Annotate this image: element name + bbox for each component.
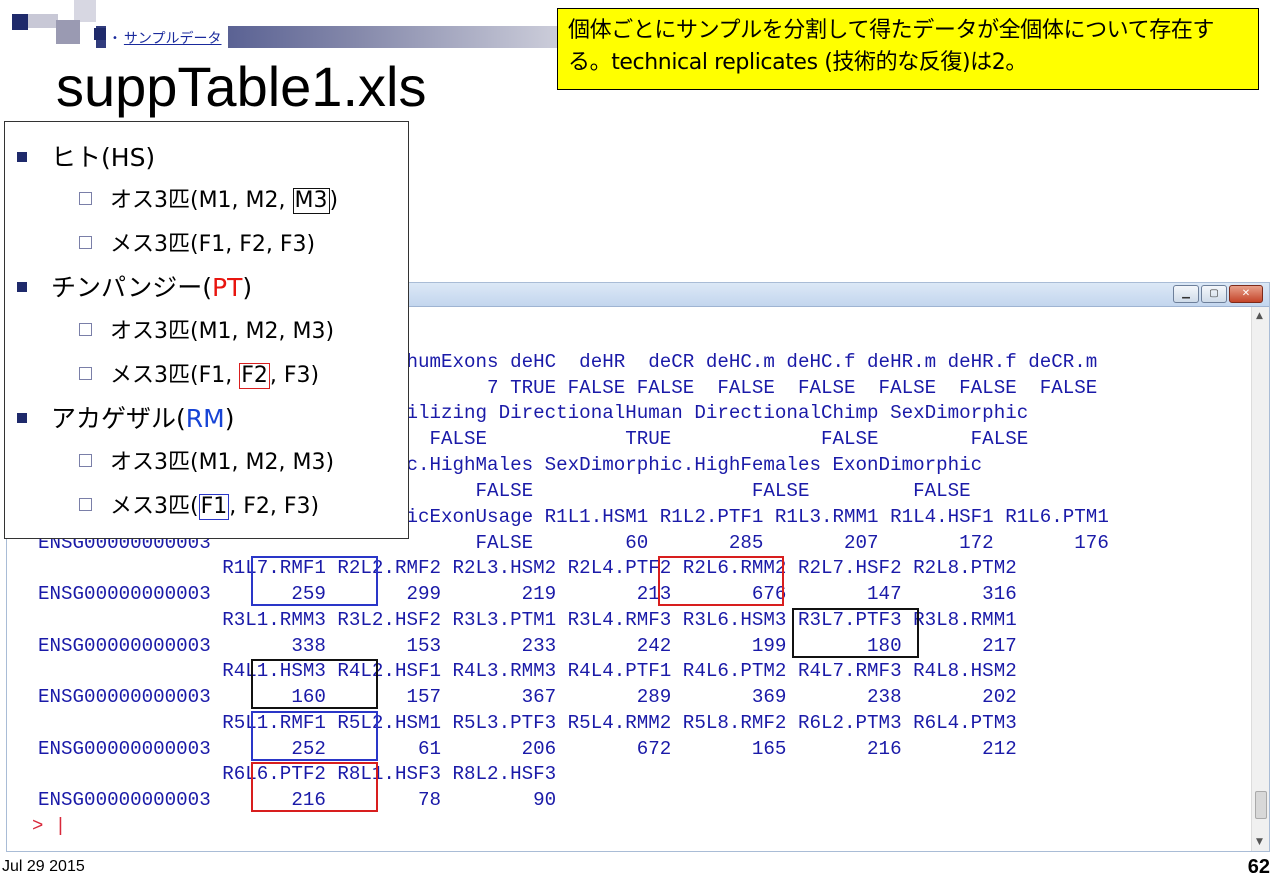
close-icon[interactable]: ✕ [1229,285,1263,303]
console-prompt[interactable]: > | [32,815,66,837]
checkbox-icon [79,323,92,336]
scroll-thumb[interactable] [1255,791,1267,819]
legend-species-chimp: チンパンジー(PT) [17,268,252,304]
bullet-icon [17,413,27,423]
legend-macaque-female: メス3匹(F1, F2, F3) [79,488,319,520]
legend-macaque-male: オス3匹(M1, M2, M3) [79,444,334,476]
slide-date: Jul 29 2015 [2,858,85,875]
legend-species-macaque: アカゲザル(RM) [17,399,234,435]
highlight-box-blue [251,556,378,606]
vertical-scrollbar[interactable]: ▲ ▼ [1251,307,1269,851]
note-callout: 個体ごとにサンプルを分割して得たデータが全個体について存在する。technica… [557,8,1259,90]
legend-chimp-female: メス3匹(F1, F2, F3) [79,357,319,389]
console-line: ENSG00000000003 160 157 367 289 369 238 … [38,686,1017,708]
decor-square [94,28,106,40]
sample-legend-box: ヒト(HS) オス3匹(M1, M2, M3) メス3匹(F1, F2, F3)… [4,121,409,539]
bullet-icon [17,282,27,292]
checkbox-icon [79,192,92,205]
highlight-box-red [251,762,378,812]
console-line: R4L1.HSM3 R4L2.HSF1 R4L3.RMM3 R4L4.PTF1 … [38,660,1017,682]
minimize-icon[interactable]: ▁ [1173,285,1199,303]
console-line: R5L1.RMF1 R5L2.HSM1 R5L3.PTF3 R5L4.RMM2 … [38,712,1017,734]
maximize-icon[interactable]: ▢ [1201,285,1227,303]
bullet-icon: • [112,33,118,44]
decor-square [12,14,28,30]
bullet-icon [17,152,27,162]
breadcrumb-link[interactable]: サンプルデータ [124,31,222,47]
scroll-down-icon[interactable]: ▼ [1256,837,1263,847]
decor-square [74,0,96,22]
decor-square [28,14,58,28]
decor-square [56,20,80,44]
window-controls: ▁ ▢ ✕ [1171,285,1263,303]
legend-chimp-male: オス3匹(M1, M2, M3) [79,313,334,345]
highlight-box-black [792,608,919,658]
breadcrumb[interactable]: • サンプルデータ [106,26,228,48]
checkbox-icon [79,367,92,380]
legend-human-male: オス3匹(M1, M2, M3) [79,182,338,214]
legend-human-female: メス3匹(F1, F2, F3) [79,226,315,258]
legend-species-human: ヒト(HS) [17,138,155,174]
highlight-box-red [658,556,784,606]
page-title: suppTable1.xls [56,55,427,118]
console-line: ENSG00000000003 259 299 219 213 676 147 … [38,583,1017,605]
highlight-box-black [251,659,378,709]
checkbox-icon [79,236,92,249]
page-number: 62 [1247,856,1270,878]
checkbox-icon [79,454,92,467]
console-line: R1L7.RMF1 R2L2.RMF2 R2L3.HSM2 R2L4.PTF2 … [38,557,1017,579]
checkbox-icon [79,498,92,511]
console-line: ENSG00000000003 252 61 206 672 165 216 2… [38,738,1017,760]
highlight-box-blue [251,711,378,761]
scroll-up-icon[interactable]: ▲ [1256,311,1263,321]
